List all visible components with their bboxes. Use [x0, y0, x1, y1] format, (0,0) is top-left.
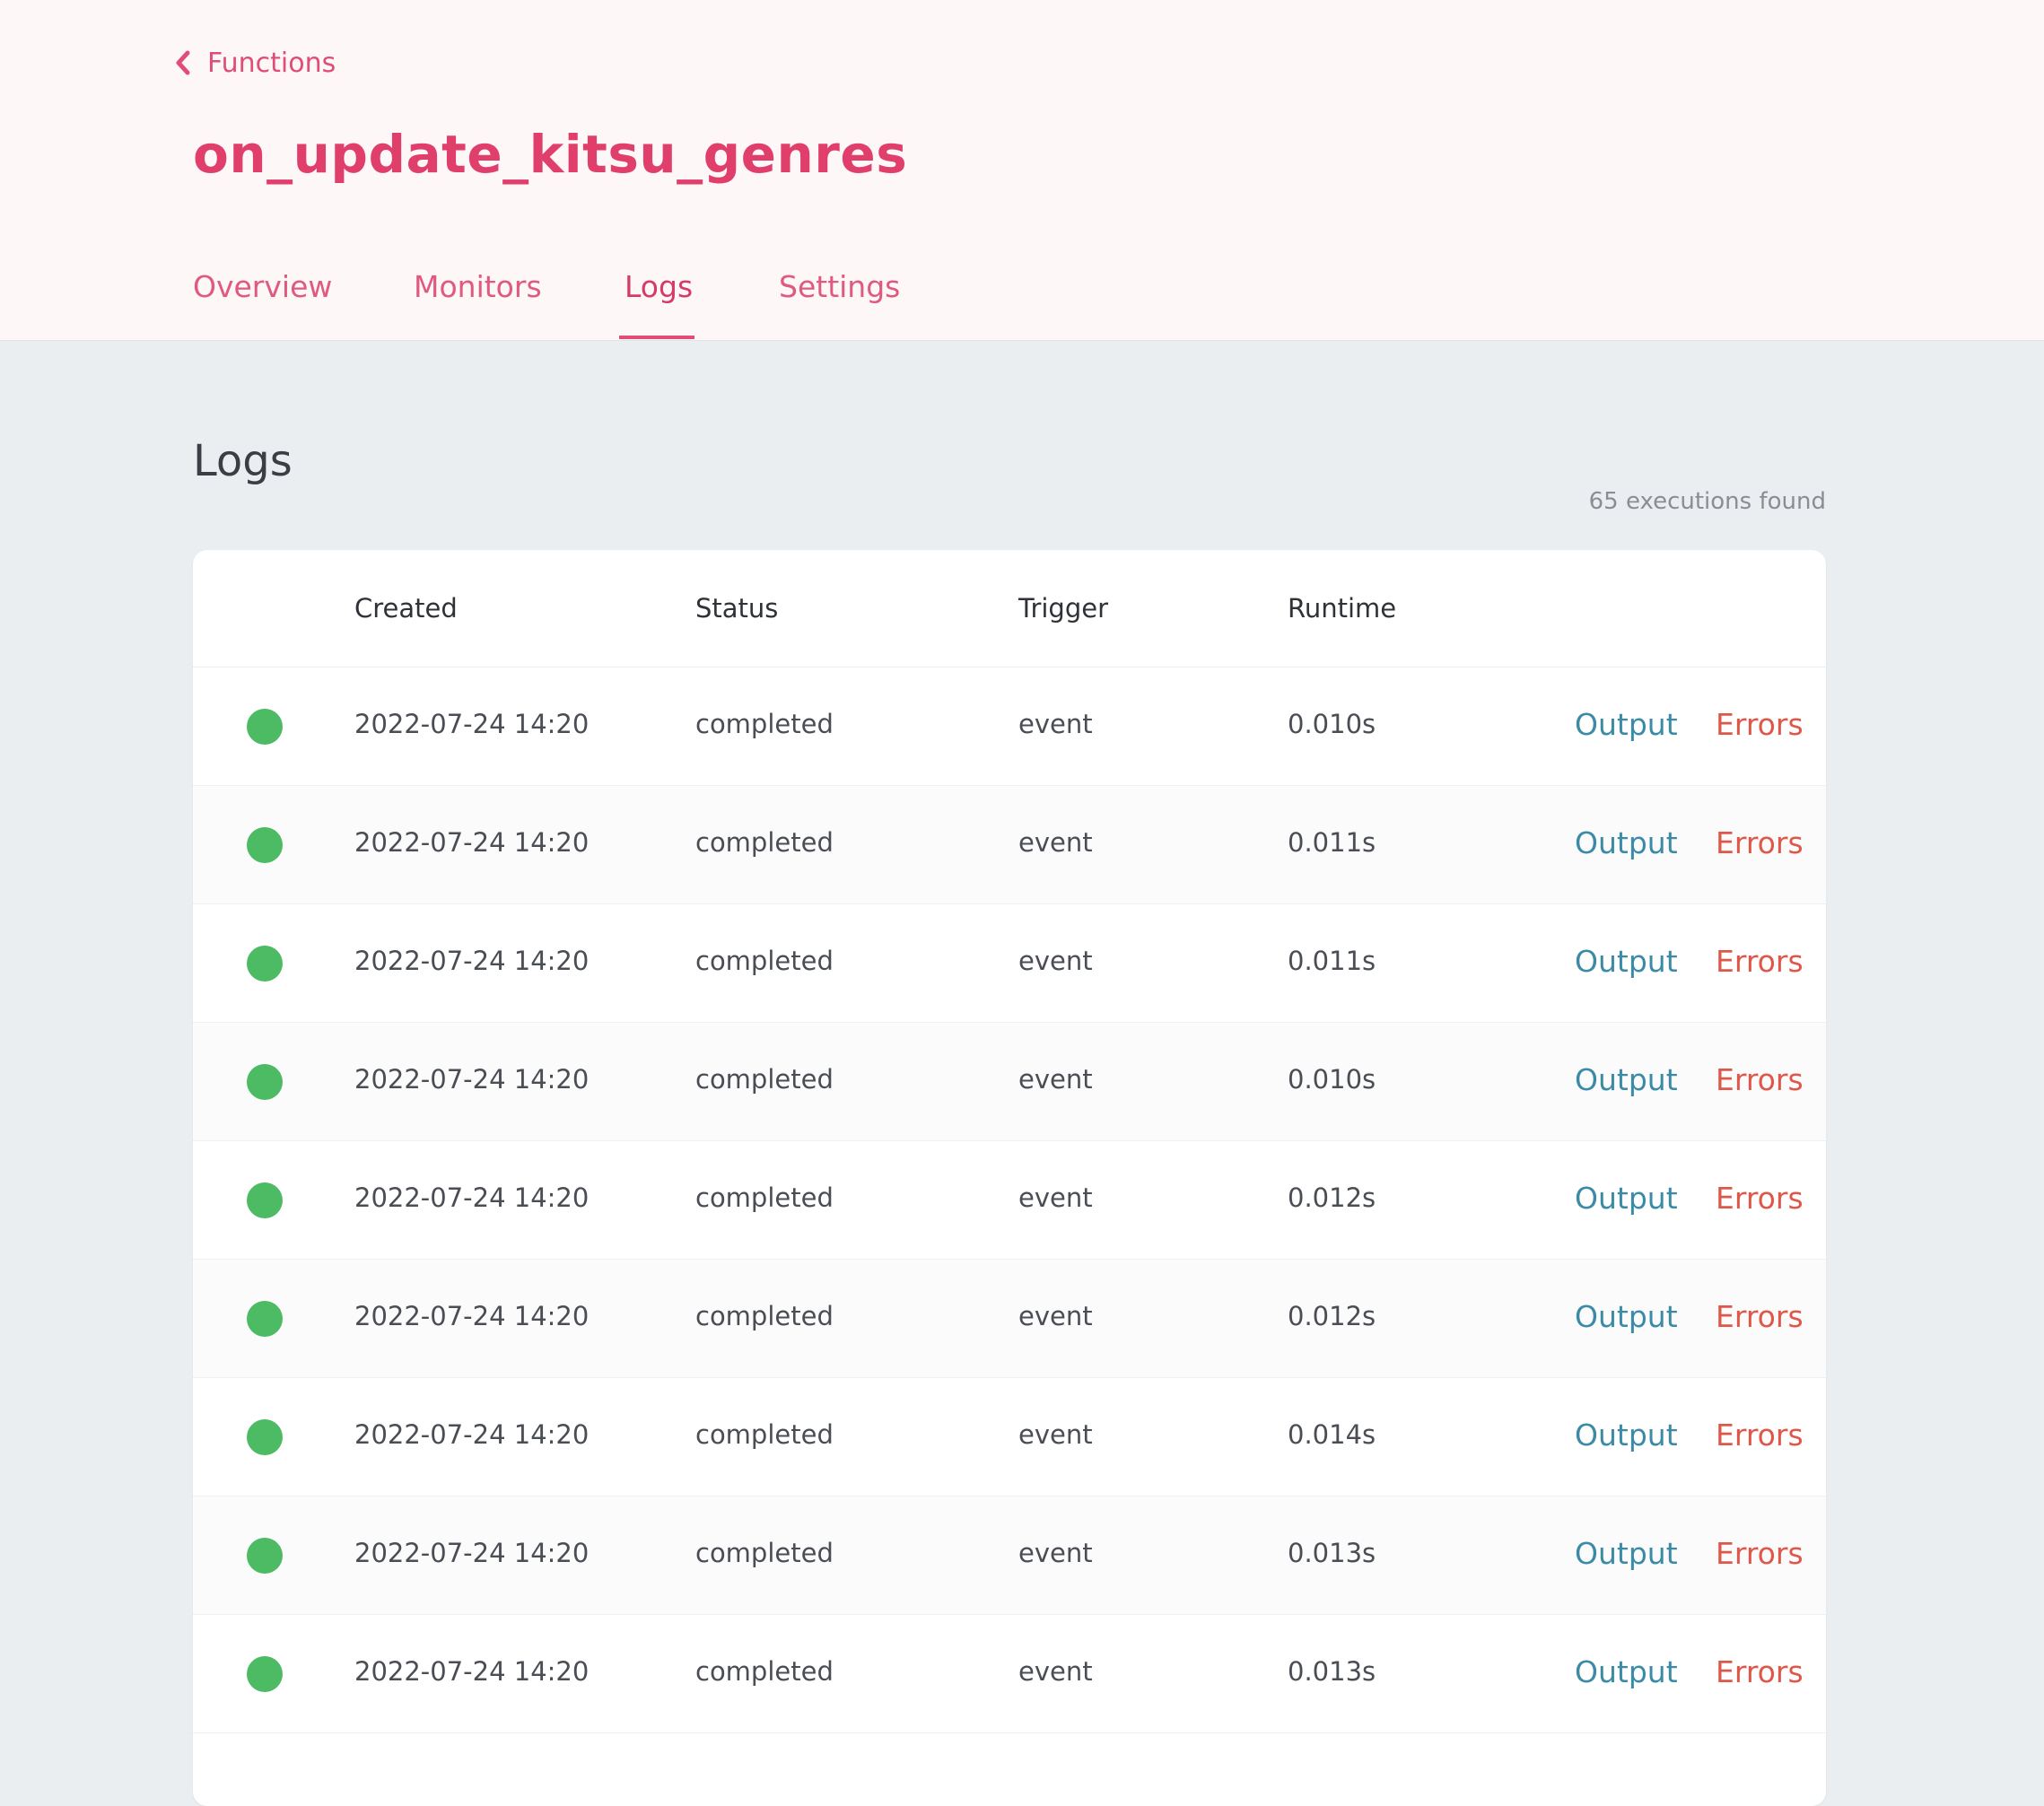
- cell-created: 2022-07-24 14:20: [354, 1064, 590, 1095]
- logs-table: Created Status Trigger Runtime 2022-07-2…: [193, 550, 1826, 1806]
- status-indicator-icon: [247, 1182, 283, 1218]
- tab-monitors[interactable]: Monitors: [414, 269, 542, 304]
- output-link[interactable]: Output: [1575, 1654, 1678, 1689]
- cell-status: completed: [695, 1419, 834, 1450]
- table-row: 2022-07-24 14:20 completed event 0.013s …: [193, 1615, 1826, 1733]
- cell-runtime: 0.011s: [1288, 946, 1376, 976]
- status-indicator-icon: [247, 1538, 283, 1574]
- table-row: 2022-07-24 14:20 completed event 0.011s …: [193, 786, 1826, 904]
- output-link[interactable]: Output: [1575, 707, 1678, 742]
- table-row: 2022-07-24 14:20 completed event 0.012s …: [193, 1141, 1826, 1260]
- back-link-label: Functions: [207, 47, 336, 79]
- column-header-created: Created: [354, 593, 458, 624]
- status-indicator-icon: [247, 709, 283, 745]
- output-link[interactable]: Output: [1575, 825, 1678, 860]
- errors-link[interactable]: Errors: [1716, 1536, 1804, 1571]
- cell-created: 2022-07-24 14:20: [354, 946, 590, 976]
- status-indicator-icon: [247, 1301, 283, 1337]
- cell-created: 2022-07-24 14:20: [354, 1301, 590, 1331]
- logs-section-title: Logs: [193, 436, 293, 486]
- cell-created: 2022-07-24 14:20: [354, 1419, 590, 1450]
- cell-trigger: event: [1018, 1538, 1093, 1568]
- cell-created: 2022-07-24 14:20: [354, 1182, 590, 1213]
- tab-logs[interactable]: Logs: [625, 269, 693, 304]
- status-indicator-icon: [247, 1419, 283, 1455]
- cell-status: completed: [695, 827, 834, 858]
- output-link[interactable]: Output: [1575, 944, 1678, 979]
- cell-trigger: event: [1018, 946, 1093, 976]
- cell-runtime: 0.010s: [1288, 709, 1376, 739]
- cell-trigger: event: [1018, 1064, 1093, 1095]
- status-indicator-icon: [247, 946, 283, 982]
- errors-link[interactable]: Errors: [1716, 825, 1804, 860]
- table-row: 2022-07-24 14:20 completed event 0.011s …: [193, 904, 1826, 1023]
- errors-link[interactable]: Errors: [1716, 1418, 1804, 1453]
- tab-settings[interactable]: Settings: [779, 269, 900, 304]
- tab-overview[interactable]: Overview: [193, 269, 332, 304]
- cell-status: completed: [695, 709, 834, 739]
- output-link[interactable]: Output: [1575, 1062, 1678, 1097]
- cell-runtime: 0.010s: [1288, 1064, 1376, 1095]
- errors-link[interactable]: Errors: [1716, 707, 1804, 742]
- output-link[interactable]: Output: [1575, 1536, 1678, 1571]
- status-indicator-icon: [247, 1064, 283, 1100]
- table-row: 2022-07-24 14:20 completed event 0.010s …: [193, 667, 1826, 786]
- cell-runtime: 0.014s: [1288, 1419, 1376, 1450]
- executions-count: 65 executions found: [1588, 488, 1826, 515]
- cell-runtime: 0.013s: [1288, 1538, 1376, 1568]
- cell-created: 2022-07-24 14:20: [354, 827, 590, 858]
- cell-runtime: 0.013s: [1288, 1656, 1376, 1687]
- output-link[interactable]: Output: [1575, 1418, 1678, 1453]
- cell-trigger: event: [1018, 827, 1093, 858]
- errors-link[interactable]: Errors: [1716, 1181, 1804, 1216]
- page-header: Functions on_update_kitsu_genres Overvie…: [0, 0, 2044, 341]
- cell-trigger: event: [1018, 709, 1093, 739]
- table-header: Created Status Trigger Runtime: [193, 550, 1826, 667]
- errors-link[interactable]: Errors: [1716, 1654, 1804, 1689]
- cell-status: completed: [695, 1182, 834, 1213]
- chevron-left-icon: [176, 50, 190, 75]
- cell-created: 2022-07-24 14:20: [354, 1656, 590, 1687]
- cell-created: 2022-07-24 14:20: [354, 709, 590, 739]
- cell-status: completed: [695, 1301, 834, 1331]
- table-row: 2022-07-24 14:20 completed event 0.014s …: [193, 1378, 1826, 1496]
- table-row: 2022-07-24 14:20 completed event 0.010s …: [193, 1023, 1826, 1141]
- errors-link[interactable]: Errors: [1716, 1299, 1804, 1334]
- status-indicator-icon: [247, 1656, 283, 1692]
- cell-status: completed: [695, 1538, 834, 1568]
- errors-link[interactable]: Errors: [1716, 944, 1804, 979]
- status-indicator-icon: [247, 827, 283, 863]
- cell-trigger: event: [1018, 1182, 1093, 1213]
- cell-trigger: event: [1018, 1419, 1093, 1450]
- cell-runtime: 0.011s: [1288, 827, 1376, 858]
- output-link[interactable]: Output: [1575, 1181, 1678, 1216]
- cell-trigger: event: [1018, 1656, 1093, 1687]
- cell-status: completed: [695, 1656, 834, 1687]
- cell-status: completed: [695, 946, 834, 976]
- output-link[interactable]: Output: [1575, 1299, 1678, 1334]
- cell-trigger: event: [1018, 1301, 1093, 1331]
- cell-status: completed: [695, 1064, 834, 1095]
- back-to-functions-link[interactable]: Functions: [175, 43, 336, 83]
- table-row: 2022-07-24 14:20 completed event 0.013s …: [193, 1496, 1826, 1615]
- cell-runtime: 0.012s: [1288, 1301, 1376, 1331]
- cell-created: 2022-07-24 14:20: [354, 1538, 590, 1568]
- column-header-status: Status: [695, 593, 779, 624]
- cell-runtime: 0.012s: [1288, 1182, 1376, 1213]
- errors-link[interactable]: Errors: [1716, 1062, 1804, 1097]
- active-tab-indicator: [619, 336, 694, 339]
- page-title: on_update_kitsu_genres: [193, 124, 908, 185]
- column-header-trigger: Trigger: [1018, 593, 1109, 624]
- column-header-runtime: Runtime: [1288, 593, 1397, 624]
- table-row: 2022-07-24 14:20 completed event 0.012s …: [193, 1260, 1826, 1378]
